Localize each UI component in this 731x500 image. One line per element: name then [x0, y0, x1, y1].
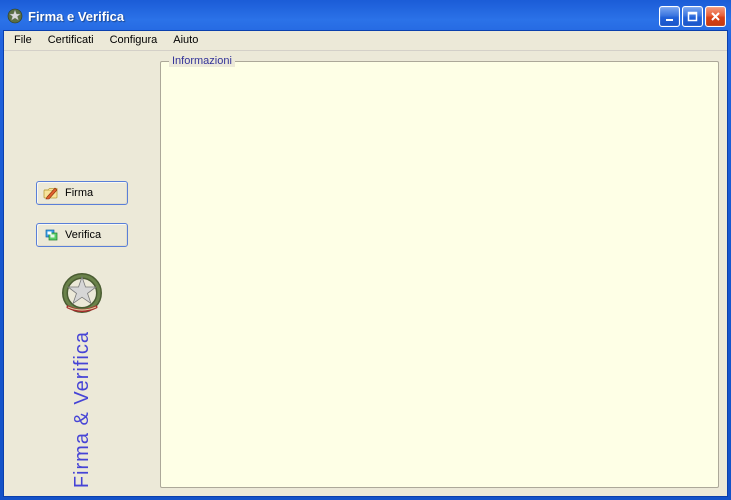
menu-bar: File Certificati Configura Aiuto — [4, 31, 727, 51]
maximize-button[interactable] — [682, 6, 703, 27]
verifica-button-label: Verifica — [65, 229, 101, 241]
menu-file[interactable]: File — [6, 32, 40, 48]
informazioni-legend: Informazioni — [169, 55, 235, 67]
window-controls — [659, 6, 726, 27]
window-title: Firma e Verifica — [28, 9, 659, 24]
emblem-icon — [58, 269, 106, 317]
firma-button[interactable]: Firma — [36, 181, 128, 205]
main-panel: Informazioni — [160, 61, 719, 488]
menu-configura[interactable]: Configura — [102, 32, 166, 48]
brand-vertical-text: Firma & Verifica — [71, 331, 94, 488]
verifica-icon — [43, 227, 59, 243]
sidebar: Firma Verifica — [12, 61, 152, 488]
client-area: File Certificati Configura Aiuto Firma — [3, 30, 728, 497]
menu-certificati[interactable]: Certificati — [40, 32, 102, 48]
verifica-button[interactable]: Verifica — [36, 223, 128, 247]
informazioni-panel: Informazioni — [160, 61, 719, 488]
title-bar[interactable]: Firma e Verifica — [3, 3, 728, 30]
minimize-button[interactable] — [659, 6, 680, 27]
content-area: Firma Verifica — [4, 51, 727, 496]
app-icon — [7, 8, 23, 24]
pen-folder-icon — [43, 185, 59, 201]
firma-button-label: Firma — [65, 187, 93, 199]
close-button[interactable] — [705, 6, 726, 27]
menu-aiuto[interactable]: Aiuto — [165, 32, 206, 48]
app-window: Firma e Verifica File Certificati Config… — [0, 0, 731, 500]
